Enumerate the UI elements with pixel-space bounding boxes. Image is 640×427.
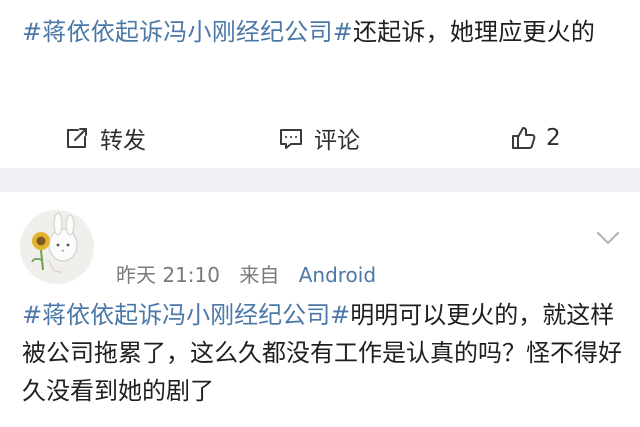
like-button[interactable]: 2 [509, 122, 561, 154]
comment-time: 昨天 21:10 [116, 263, 220, 287]
weibo-post: #蒋依依起诉冯小刚经纪公司#还起诉，她理应更火的 转发 评论 2 [0, 0, 640, 168]
post-action-bar: 转发 评论 2 [0, 114, 640, 164]
comment-meta: 昨天 21:10 来自 Android [116, 259, 376, 288]
feed-separator [0, 168, 640, 193]
comment-hashtag[interactable]: #蒋依依起诉冯小刚经纪公司# [22, 301, 350, 329]
repost-button[interactable]: 转发 [63, 122, 146, 154]
comment-bubble-icon [277, 124, 305, 152]
comment-button[interactable]: 评论 [277, 122, 360, 154]
comment-source-device[interactable]: Android [299, 263, 376, 287]
weibo-comment-card: 昨天 21:10 来自 Android #蒋依依起诉冯小刚经纪公司#明明可以更火… [0, 192, 640, 427]
post-body-text: 还起诉，她理应更火的 [353, 18, 596, 46]
like-count: 2 [546, 125, 561, 151]
comment-source-prefix: 来自 [239, 263, 280, 287]
comment-label: 评论 [314, 128, 360, 154]
share-edit-icon [63, 124, 91, 152]
thumbs-up-icon [509, 124, 537, 152]
avatar[interactable] [20, 210, 94, 284]
chevron-down-icon [596, 231, 620, 245]
expand-menu-button[interactable] [594, 228, 622, 248]
post-content: #蒋依依起诉冯小刚经纪公司#还起诉，她理应更火的 [22, 12, 622, 52]
repost-label: 转发 [100, 128, 146, 154]
comment-content: #蒋依依起诉冯小刚经纪公司#明明可以更火的，就这样被公司拖累了，这么久都没有工作… [22, 296, 622, 410]
post-hashtag[interactable]: #蒋依依起诉冯小刚经纪公司# [22, 18, 353, 46]
